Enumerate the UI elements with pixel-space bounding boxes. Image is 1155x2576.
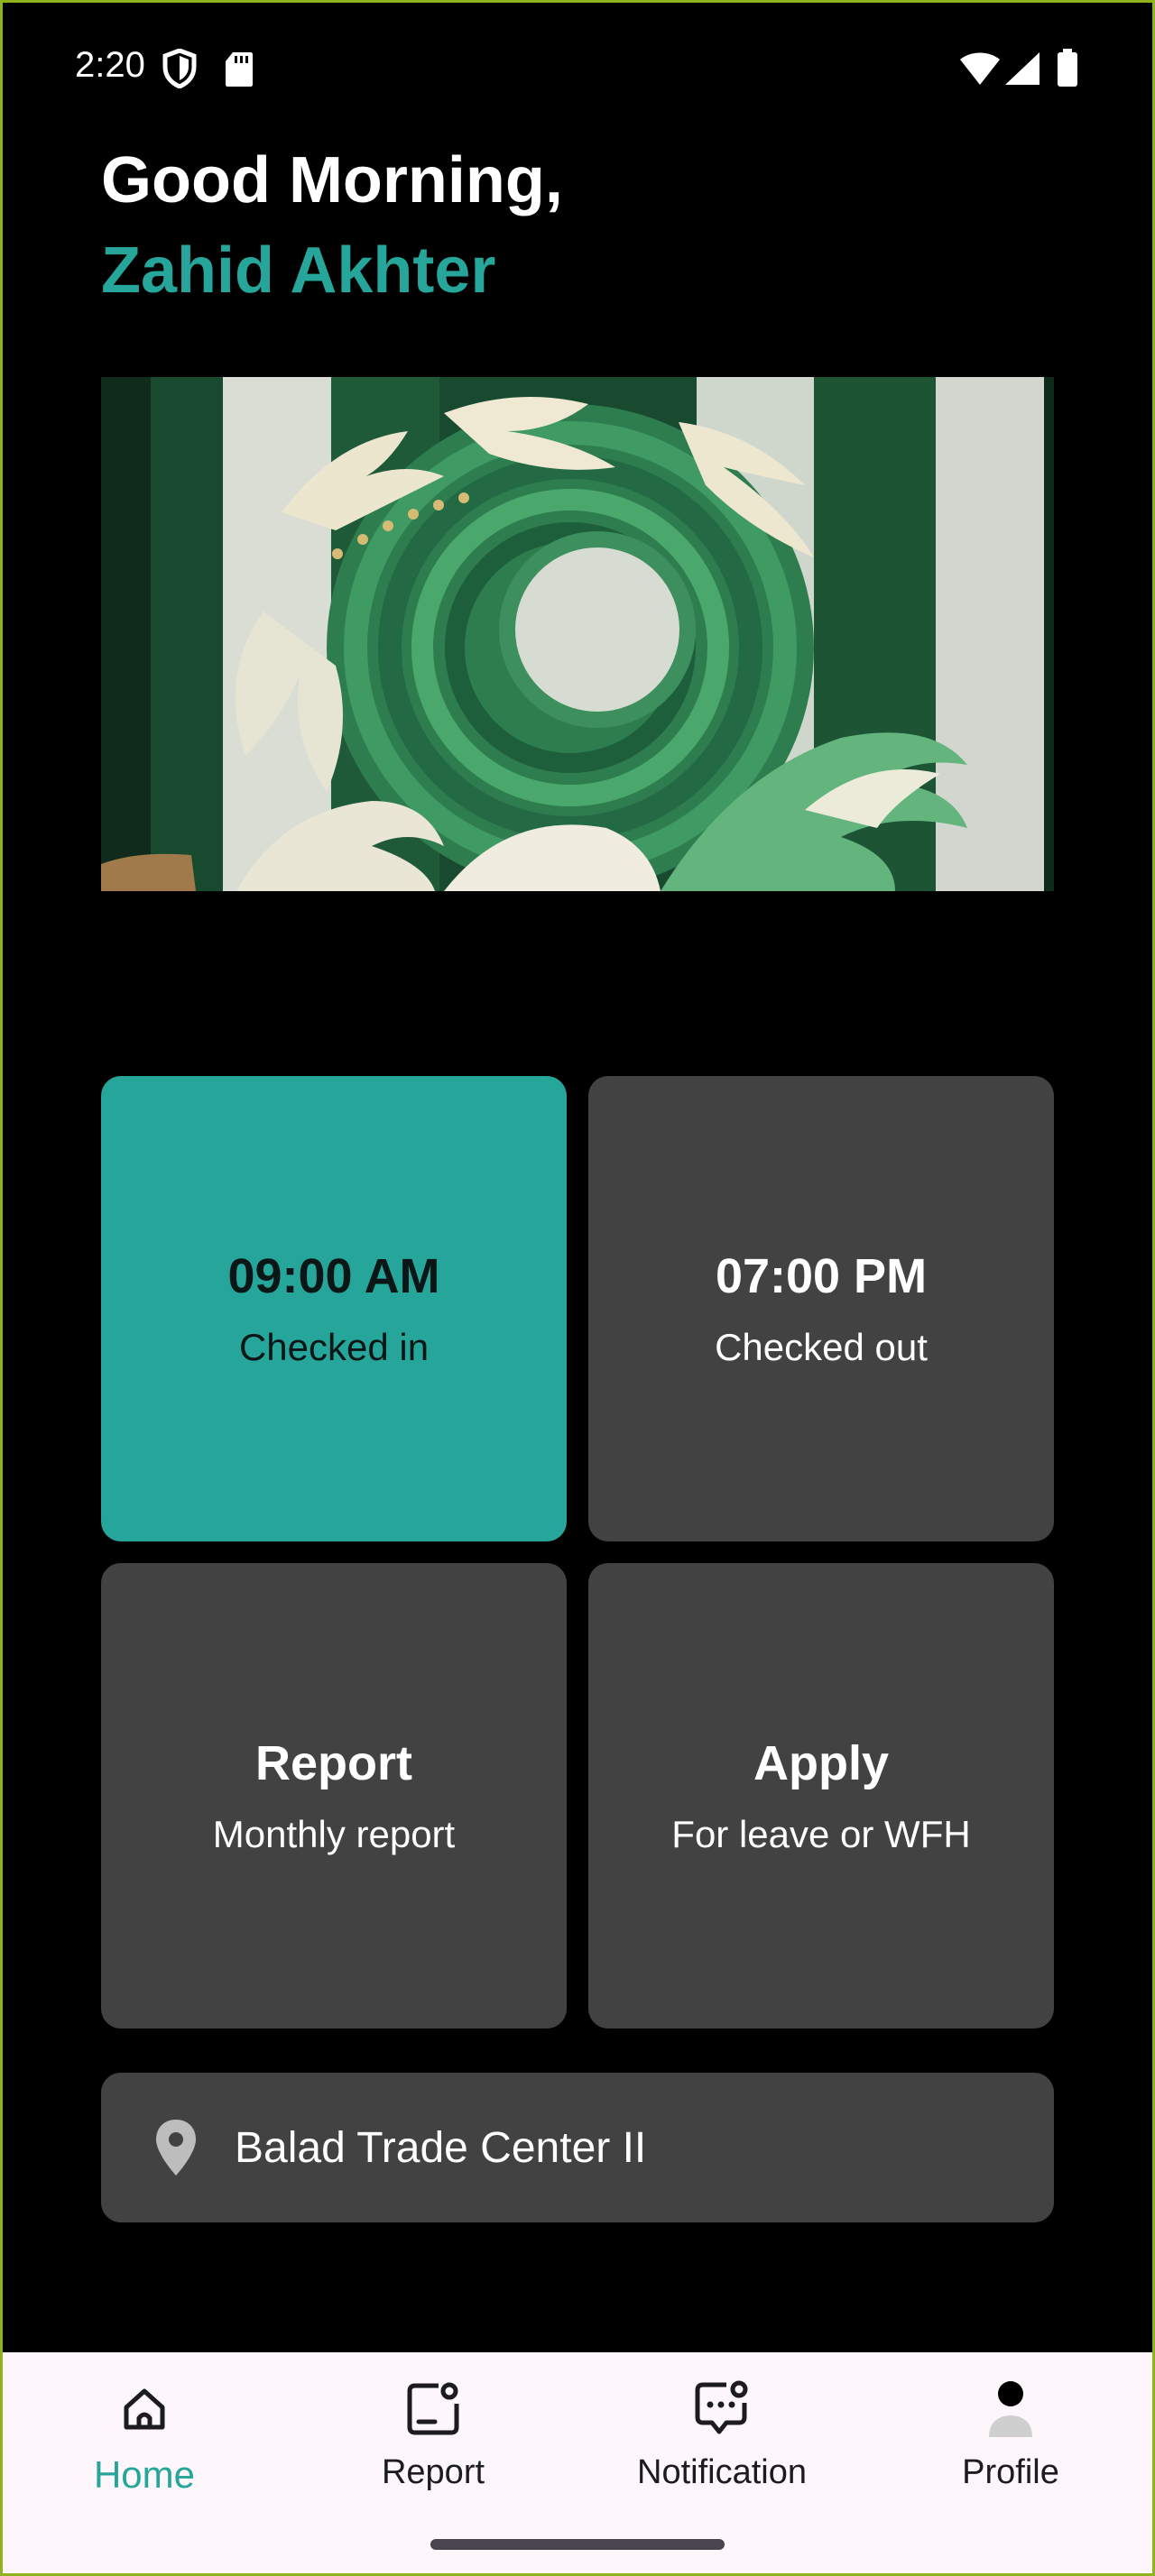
nav-label-notification: Notification: [637, 2453, 807, 2491]
banner-image: [101, 377, 1054, 891]
nav-label-report: Report: [381, 2453, 485, 2491]
nav-item-notification[interactable]: Notification: [578, 2352, 866, 2533]
location-bar[interactable]: Balad Trade Center II: [101, 2073, 1054, 2222]
check-out-label: Checked out: [715, 1326, 928, 1368]
greeting-salutation: Good Morning,: [101, 144, 563, 216]
nav-item-report[interactable]: Report: [289, 2352, 578, 2533]
greeting: Good Morning, Zahid Akhter: [101, 135, 563, 316]
user-name: Zahid Akhter: [101, 235, 496, 307]
location-name: Balad Trade Center II: [235, 2123, 647, 2172]
apply-card[interactable]: Apply For leave or WFH: [588, 1563, 1054, 2029]
status-bar: 2:20: [0, 0, 1155, 135]
apply-card-subtitle: For leave or WFH: [671, 1813, 971, 1855]
check-in-time: 09:00 AM: [227, 1249, 440, 1303]
home-indicator[interactable]: [430, 2539, 725, 2550]
report-icon: [402, 2378, 465, 2441]
signal-icon: [1005, 52, 1040, 85]
check-out-time: 07:00 PM: [715, 1249, 928, 1303]
check-out-card[interactable]: 07:00 PM Checked out: [588, 1076, 1054, 1541]
report-card-title: Report: [255, 1736, 412, 1790]
nav-item-home[interactable]: Home: [0, 2352, 289, 2533]
report-card-subtitle: Monthly report: [212, 1813, 456, 1855]
battery-icon: [1058, 49, 1077, 87]
home-icon: [113, 2378, 176, 2441]
report-card[interactable]: Report Monthly report: [101, 1563, 567, 2029]
check-in-label: Checked in: [238, 1326, 430, 1368]
nav-label-profile: Profile: [962, 2453, 1059, 2491]
profile-icon: [979, 2378, 1042, 2441]
apply-card-title: Apply: [753, 1736, 889, 1790]
notification-icon: [690, 2378, 753, 2441]
wave-sculpture-illustration: [101, 377, 1054, 891]
wifi-icon: [960, 52, 1000, 85]
status-time: 2:20: [75, 45, 145, 85]
check-in-card[interactable]: 09:00 AM Checked in: [101, 1076, 567, 1541]
shield-icon: [162, 49, 197, 88]
location-pin-icon: [156, 2120, 196, 2176]
nav-label-home: Home: [93, 2453, 196, 2496]
sd-card-icon: [226, 52, 253, 87]
nav-item-profile[interactable]: Profile: [866, 2352, 1155, 2533]
